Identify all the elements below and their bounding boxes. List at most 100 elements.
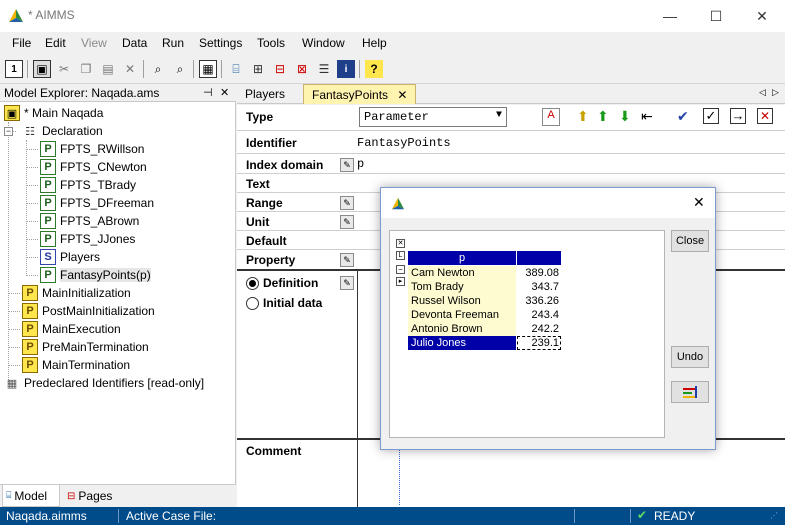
new-page-icon[interactable]: 1	[5, 60, 23, 78]
tab-scroll-left-icon[interactable]: ◁	[759, 87, 766, 98]
tree-item-fpts-cnewton[interactable]: P FPTS_CNewton	[40, 158, 147, 176]
table-row-value[interactable]: 243.4	[517, 308, 561, 322]
template-manager-icon[interactable]: ⊠	[293, 60, 311, 78]
tree-item-main-execution[interactable]: P MainExecution	[22, 320, 121, 338]
tree-item-fpts-dfreeman[interactable]: P FPTS_DFreeman	[40, 194, 154, 212]
page-settings-button[interactable]	[671, 381, 709, 403]
check-icon[interactable]: ✔	[677, 108, 689, 125]
radio-unselected-icon	[246, 296, 259, 310]
tree-item-fpts-jjones[interactable]: P FPTS_JJones	[40, 230, 135, 248]
property-edit-button[interactable]: ✎	[340, 253, 354, 267]
active-case: Active Case File:	[126, 509, 217, 523]
tab-players[interactable]: Players	[237, 84, 293, 104]
expand-index-icon[interactable]: ▸	[396, 277, 405, 286]
unit-edit-button[interactable]: ✎	[340, 215, 354, 229]
arrow-down-green-icon[interactable]: ⬇	[619, 108, 631, 125]
check-commit-icon[interactable]: ✓	[703, 108, 719, 124]
tree-root-main[interactable]: ▣ * Main Naqada	[4, 104, 103, 122]
definition-edit-button[interactable]: ✎	[340, 276, 354, 290]
menu-tools[interactable]: Tools	[257, 36, 285, 50]
identifier-selector-icon[interactable]: ⊞	[249, 60, 267, 78]
close-window-button[interactable]: ✕	[739, 0, 785, 32]
info-icon[interactable]: i	[337, 60, 355, 78]
find-icon[interactable]: ⌕	[149, 60, 167, 78]
definition-radio[interactable]: Definition	[246, 276, 318, 290]
close-panel-icon[interactable]: ✕	[220, 86, 229, 99]
font-icon[interactable]: A	[542, 108, 560, 126]
menu-view[interactable]: View	[81, 36, 107, 50]
cut-icon[interactable]: ✂	[55, 60, 73, 78]
model-explorer-icon[interactable]: ⌸	[227, 60, 245, 78]
model-explorer-title: Model Explorer: Naqada.ams	[4, 86, 160, 100]
tree-item-predeclared[interactable]: ▦ Predeclared Identifiers [read-only]	[4, 374, 204, 392]
table-row-name[interactable]: Antonio Brown	[408, 322, 516, 336]
table-row-value-selected[interactable]: 239.1	[517, 336, 561, 350]
default-label: Default	[246, 234, 287, 248]
table-row-value[interactable]: 336.26	[517, 294, 561, 308]
table-row-name-selected[interactable]: Julio Jones	[408, 336, 516, 350]
tree-item-fantasypoints[interactable]: P FantasyPoints(p)	[40, 266, 151, 284]
menu-window[interactable]: Window	[302, 36, 345, 50]
copy-icon[interactable]: ❐	[77, 60, 95, 78]
index-domain-edit-button[interactable]: ✎	[340, 158, 354, 172]
table-options-icon[interactable]: ✕	[396, 239, 405, 248]
outline-icon[interactable]: ⇤	[641, 108, 653, 125]
discard-icon[interactable]: ✕	[757, 108, 773, 124]
table-row-value[interactable]: 343.7	[517, 280, 561, 294]
minimize-button[interactable]: —	[647, 0, 693, 32]
close-button[interactable]: Close	[671, 230, 709, 252]
index-domain-field[interactable]: p	[357, 157, 364, 171]
maximize-button[interactable]: ☐	[693, 0, 739, 32]
range-edit-button[interactable]: ✎	[340, 196, 354, 210]
paste-icon[interactable]: ▤	[99, 60, 117, 78]
type-select[interactable]: Parameter ▼	[359, 107, 507, 127]
menu-settings[interactable]: Settings	[199, 36, 242, 50]
save-all-icon[interactable]: ▣	[33, 60, 51, 78]
table-row-value[interactable]: 242.2	[517, 322, 561, 336]
tab-fantasypoints[interactable]: FantasyPoints ✕	[303, 84, 417, 104]
tree-item-post-main-initialization[interactable]: P PostMainInitialization	[22, 302, 155, 320]
tree-item-main-termination[interactable]: P MainTermination	[22, 356, 130, 374]
tab-model[interactable]: ⌸ Model	[2, 485, 60, 507]
close-tab-icon[interactable]: ✕	[397, 88, 407, 102]
table-row-name[interactable]: Tom Brady	[408, 280, 516, 294]
initial-data-radio[interactable]: Initial data	[246, 296, 322, 310]
arrow-up-yellow-icon[interactable]: ⬆	[577, 108, 589, 125]
identifier-field[interactable]: FantasyPoints	[357, 136, 451, 150]
arrow-up-green-icon[interactable]: ⬆	[597, 108, 609, 125]
table-row-name[interactable]: Russel Wilson	[408, 294, 516, 308]
menu-file[interactable]: File	[12, 36, 31, 50]
tree-item-pre-main-termination[interactable]: P PreMainTermination	[22, 338, 149, 356]
find-next-icon[interactable]: ⌕	[171, 60, 189, 78]
menu-edit[interactable]: Edit	[45, 36, 66, 50]
table-row-value[interactable]: 389.08	[517, 266, 561, 280]
tree-item-players[interactable]: S Players	[40, 248, 100, 266]
collapse-index-icon[interactable]: −	[396, 265, 405, 274]
tree-item-fpts-rwillson[interactable]: P FPTS_RWillson	[40, 140, 144, 158]
page-manager-icon[interactable]: ⊟	[271, 60, 289, 78]
menu-data[interactable]: Data	[122, 36, 147, 50]
help-icon[interactable]: ?	[365, 60, 383, 78]
delete-icon[interactable]: ✕	[121, 60, 139, 78]
properties-icon[interactable]: ▦	[199, 60, 217, 78]
resize-grip-icon[interactable]: ⋰	[770, 511, 778, 520]
export-icon[interactable]: →	[730, 108, 746, 124]
table-row-name[interactable]: Devonta Freeman	[408, 308, 516, 322]
tree-item-declaration[interactable]: ☷ Declaration	[22, 122, 103, 140]
table-row-name[interactable]: Cam Newton	[408, 266, 516, 280]
dialog-close-icon[interactable]: ✕	[693, 194, 705, 211]
menu-builder-icon[interactable]: ☰	[315, 60, 333, 78]
table-list-icon[interactable]: L	[396, 251, 405, 260]
menu-run[interactable]: Run	[162, 36, 184, 50]
tree-item-main-initialization[interactable]: P MainInitialization	[22, 284, 131, 302]
tree-item-fpts-tbrady[interactable]: P FPTS_TBrady	[40, 176, 136, 194]
pin-icon[interactable]: ⊣	[203, 86, 213, 99]
menu-help[interactable]: Help	[362, 36, 387, 50]
tab-scroll-right-icon[interactable]: ▷	[772, 87, 779, 98]
tree-item-fpts-abrown[interactable]: P FPTS_ABrown	[40, 212, 139, 230]
collapse-declaration-icon[interactable]: −	[4, 127, 13, 136]
undo-button[interactable]: Undo	[671, 346, 709, 368]
index-header: p	[408, 251, 516, 265]
library-icon: ▦	[6, 377, 18, 390]
tab-pages[interactable]: ⊟ Pages	[64, 485, 124, 507]
